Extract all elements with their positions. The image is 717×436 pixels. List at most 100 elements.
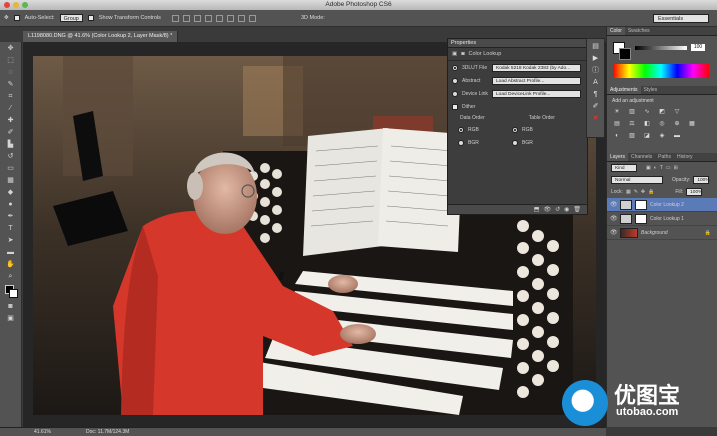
distribute-2-icon[interactable] [248, 14, 256, 22]
move-tool-icon[interactable]: ✥ [4, 15, 9, 21]
type-tool-icon[interactable]: T [4, 224, 18, 234]
gradient-map-icon[interactable]: ▬ [672, 132, 682, 140]
tab-swatches[interactable]: Swatches [625, 27, 653, 35]
data-order-bgr-radio[interactable] [458, 139, 464, 146]
posterize-icon[interactable]: ▨ [627, 132, 637, 140]
background-color-swatch[interactable] [619, 48, 631, 60]
layer-mask-thumb[interactable] [635, 199, 647, 210]
view-previous-icon[interactable]: 👁 [543, 206, 551, 213]
lut-abstract-select[interactable]: Load Abstract Profile... [492, 76, 581, 85]
delete-icon[interactable]: 🗑 [573, 206, 581, 213]
align-bottom-icon[interactable] [193, 14, 201, 22]
zoom-window-icon[interactable] [22, 2, 28, 8]
layer-filter-dropdown[interactable]: Kind [611, 164, 637, 172]
marquee-tool-icon[interactable]: ⬚ [4, 56, 18, 66]
actions-panel-icon[interactable]: ▶ [590, 54, 601, 63]
layer-mask-thumb[interactable] [635, 213, 647, 224]
document-tab[interactable]: L1198080.DNG @ 41.6% (Color Lookup 2, La… [23, 31, 179, 42]
auto-select-dropdown[interactable]: Group [59, 14, 83, 22]
filter-adjustment-icon[interactable]: ◐ [654, 165, 657, 171]
data-order-rgb-radio[interactable] [458, 126, 464, 133]
hand-tool-icon[interactable]: ✋ [4, 260, 18, 270]
foreground-background-icon[interactable] [4, 284, 18, 300]
move-tool-icon[interactable]: ✥ [4, 44, 18, 54]
crop-tool-icon[interactable]: ⌗ [4, 92, 18, 102]
exposure-icon[interactable]: ◩ [657, 108, 667, 116]
table-order-bgr-radio[interactable] [512, 139, 518, 146]
shape-tool-icon[interactable]: ▬ [4, 248, 18, 258]
layer-row-color-lookup-1[interactable]: 👁 Color Lookup 1 [607, 212, 717, 226]
eyedropper-tool-icon[interactable]: ⁄ [4, 104, 18, 114]
photo-filter-icon[interactable]: ◎ [657, 120, 667, 128]
gradient-tool-icon[interactable]: ▦ [4, 176, 18, 186]
invert-icon[interactable]: ◐ [612, 132, 622, 140]
auto-select-checkbox[interactable] [13, 15, 20, 21]
visibility-icon[interactable]: ◉ [564, 206, 569, 213]
visibility-eye-icon[interactable]: 👁 [610, 215, 618, 222]
minimize-window-icon[interactable] [13, 2, 19, 8]
quick-mask-icon[interactable]: ◙ [4, 302, 18, 312]
zoom-level[interactable]: 41.61% [34, 428, 51, 436]
filter-shape-icon[interactable]: ▭ [666, 165, 671, 171]
tab-color[interactable]: Color [607, 27, 625, 35]
reset-icon[interactable]: ↺ [555, 206, 560, 213]
workspace-dropdown[interactable]: Essentials [653, 14, 709, 23]
character-panel-icon[interactable]: A [590, 78, 601, 87]
curves-icon[interactable]: ∿ [642, 108, 652, 116]
layer-row-color-lookup-2[interactable]: 👁 Color Lookup 2 [607, 198, 717, 212]
lut-abstract-radio[interactable] [452, 77, 458, 84]
color-value-field[interactable]: 100 [691, 44, 705, 51]
history-panel-icon[interactable]: ▤ [590, 42, 601, 51]
align-right-icon[interactable] [226, 14, 234, 22]
layer-row-background[interactable]: 👁 Background 🔒 [607, 226, 717, 240]
tab-history[interactable]: History [674, 153, 696, 161]
color-spectrum[interactable] [613, 64, 709, 78]
tab-paths[interactable]: Paths [655, 153, 674, 161]
threshold-icon[interactable]: ◪ [642, 132, 652, 140]
align-left-icon[interactable] [204, 14, 212, 22]
color-lookup-icon[interactable]: ▦ [687, 120, 697, 128]
lut-device-link-radio[interactable] [452, 90, 458, 97]
color-slider[interactable] [635, 46, 687, 50]
visibility-eye-icon[interactable]: 👁 [610, 201, 618, 208]
lock-pixels-icon[interactable]: ✎ [634, 189, 638, 195]
lock-position-icon[interactable]: ✥ [641, 189, 645, 195]
align-center-icon[interactable] [215, 14, 223, 22]
pen-tool-icon[interactable]: ✒ [4, 212, 18, 222]
lock-all-icon[interactable]: 🔒 [648, 189, 654, 195]
dodge-tool-icon[interactable]: ● [4, 200, 18, 210]
blend-mode-dropdown[interactable]: Normal [611, 176, 663, 184]
paragraph-panel-icon[interactable]: ¶ [590, 90, 601, 99]
close-panel-icon[interactable]: ✕ [590, 114, 601, 123]
lut-3dlut-select[interactable]: Kodak 5218 Kodak 2383 (by Ado... [492, 63, 581, 72]
quick-select-tool-icon[interactable]: ✎ [4, 80, 18, 90]
tab-adjustments[interactable]: Adjustments [607, 86, 641, 94]
brightness-icon[interactable]: ☀ [612, 108, 622, 116]
info-panel-icon[interactable]: ⓘ [590, 66, 601, 75]
screen-mode-icon[interactable]: ▣ [4, 314, 18, 324]
visibility-eye-icon[interactable]: 👁 [610, 229, 618, 236]
healing-tool-icon[interactable]: ✚ [4, 116, 18, 126]
tab-styles[interactable]: Styles [641, 86, 661, 94]
lock-transparent-icon[interactable]: ▦ [626, 189, 631, 195]
levels-icon[interactable]: ▥ [627, 108, 637, 116]
brush-tool-icon[interactable]: ✐ [4, 128, 18, 138]
opacity-field[interactable]: 100% [693, 176, 710, 184]
doc-size[interactable]: Doc: 11.7M/124.3M [86, 428, 129, 436]
table-order-rgb-radio[interactable] [512, 126, 518, 133]
black-white-icon[interactable]: ◧ [642, 120, 652, 128]
dither-checkbox[interactable] [452, 103, 458, 110]
stamp-tool-icon[interactable]: ▙ [4, 140, 18, 150]
properties-panel-header[interactable]: Properties [448, 39, 587, 48]
vibrance-icon[interactable]: ▽ [672, 108, 682, 116]
selective-color-icon[interactable]: ◈ [657, 132, 667, 140]
mask-icon[interactable]: ◙ [461, 51, 464, 57]
channel-mixer-icon[interactable]: ⊕ [672, 120, 682, 128]
lut-device-link-select[interactable]: Load DeviceLink Profile... [492, 89, 581, 98]
lut-3dlut-radio[interactable] [452, 64, 458, 71]
brush-panel-icon[interactable]: ✐ [590, 102, 601, 111]
eraser-tool-icon[interactable]: ▭ [4, 164, 18, 174]
path-select-icon[interactable]: ➤ [4, 236, 18, 246]
distribute-icon[interactable] [237, 14, 245, 22]
filter-smart-icon[interactable]: ⊞ [674, 165, 678, 171]
